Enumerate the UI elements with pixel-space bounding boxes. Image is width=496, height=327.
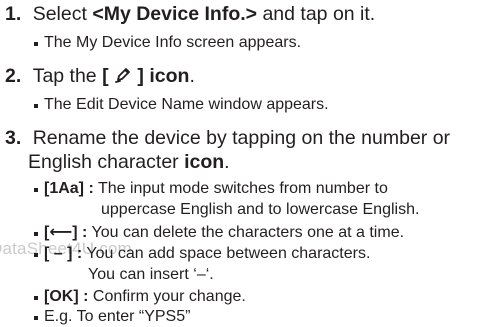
step-number: 1.: [5, 3, 22, 25]
step-text-suffix: and tap on it.: [257, 3, 376, 25]
step-number: 3.: [5, 127, 22, 149]
step-2-result: The Edit Device Name window appears.: [44, 96, 329, 113]
step-2: 2. Tap the [ ] icon.: [5, 64, 195, 90]
mode-key: [1Aa] :: [44, 180, 94, 197]
bullet-icon: [34, 316, 38, 320]
step-text: English character: [28, 151, 185, 173]
step-text: Rename the device by tapping on the numb…: [32, 127, 451, 149]
ok-key: [OK] :: [44, 288, 89, 305]
bullet-icon: [34, 104, 38, 108]
step-number: 2.: [5, 65, 22, 87]
space-key: [ – ] :: [44, 245, 83, 262]
icon-word: icon: [184, 151, 225, 173]
step-1: 1. Select <My Device Info.> and tap on i…: [5, 2, 375, 26]
bullet-icon: [34, 188, 38, 192]
space-key-text: You can add space between characters.: [82, 245, 371, 262]
example-text: E.g. To enter “YPS5”: [44, 308, 191, 325]
mode-key-text-2: uppercase English and to lowercase Engli…: [101, 201, 420, 218]
mode-key-text: The input mode switches from number to: [93, 180, 388, 197]
bracket-open: [: [102, 65, 109, 87]
icon-word: icon: [143, 65, 190, 87]
space-key-desc: [ – ] : You can add space between charac…: [44, 243, 370, 264]
step-text-suffix: .: [189, 65, 195, 87]
mode-key-desc: [1Aa] : The input mode switches from num…: [44, 178, 388, 199]
bullet-icon: [34, 42, 38, 46]
ok-key-text: Confirm your change.: [88, 288, 246, 305]
step-text-suffix: .: [224, 151, 230, 173]
bullet-icon: [34, 253, 38, 257]
step-3: 3. Rename the device by tapping on the n…: [5, 126, 450, 150]
step-text: Select: [32, 3, 93, 25]
delete-key-text: You can delete the characters one at a t…: [87, 224, 405, 241]
step-text: Tap the: [32, 65, 103, 87]
pencil-icon: [114, 66, 132, 90]
step-1-result: The My Device Info screen appears.: [44, 34, 302, 51]
bullet-icon: [34, 296, 38, 300]
ok-key-desc: [OK] : Confirm your change.: [44, 286, 246, 307]
menu-target: <My Device Info.>: [92, 3, 258, 25]
space-key-text-2: You can insert ‘–‘.: [88, 266, 214, 283]
bullet-icon: [34, 232, 38, 236]
step-3-line-2: English character icon.: [28, 150, 230, 174]
